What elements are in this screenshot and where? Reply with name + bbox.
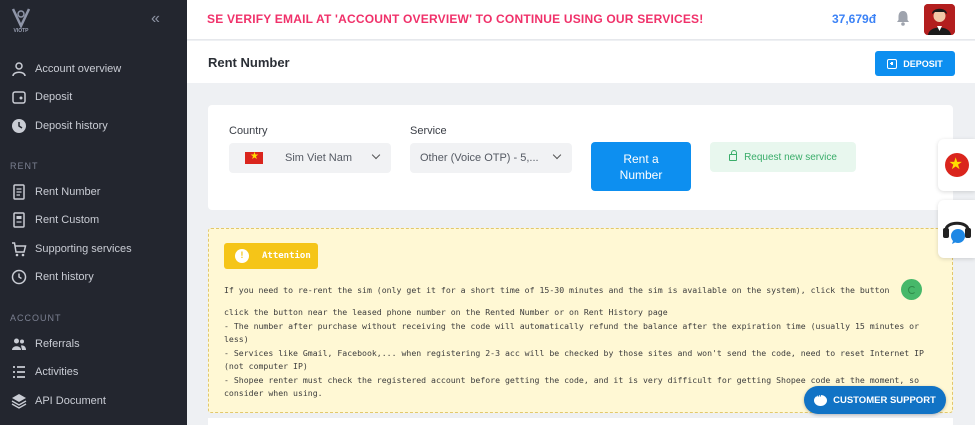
history-icon <box>10 268 28 286</box>
sidebar: VIOTP « Account overview Deposit Deposit… <box>0 0 187 425</box>
sidebar-item-label: Supporting services <box>35 243 132 255</box>
attention-line: click the button near the leased phone n… <box>224 307 668 317</box>
logo[interactable]: VIOTP <box>8 7 34 37</box>
sidebar-item-rent-number[interactable]: Rent Number <box>10 181 100 203</box>
country-select[interactable]: Sim Viet Nam <box>229 143 391 173</box>
sidebar-item-label: Deposit <box>35 91 73 103</box>
request-new-service-label: Request new service <box>744 151 837 163</box>
bell-icon[interactable] <box>896 10 910 31</box>
sidebar-item-account-overview[interactable]: Account overview <box>10 58 121 80</box>
logo-icon <box>11 8 31 29</box>
sidebar-item-label: API Document <box>35 395 106 407</box>
logo-text: VIOTP <box>13 28 29 34</box>
sidebar-item-label: Referrals <box>35 338 80 350</box>
sidebar-item-label: Deposit history <box>35 120 108 132</box>
wallet-icon <box>10 88 28 106</box>
avatar[interactable] <box>924 4 955 35</box>
attention-line: - Services like Gmail, Facebook,... when… <box>224 348 924 358</box>
document-icon <box>10 183 28 201</box>
topbar: SE VERIFY EMAIL AT 'ACCOUNT OVERVIEW' TO… <box>187 0 975 40</box>
lock-icon <box>729 149 738 161</box>
sidebar-item-api-document[interactable]: API Document <box>10 390 106 412</box>
section-label-account: ACCOUNT <box>10 313 62 323</box>
user-icon <box>10 60 28 78</box>
sidebar-item-deposit-history[interactable]: Deposit history <box>10 115 108 137</box>
clock-icon <box>10 117 28 135</box>
chat-bubble-icon <box>814 391 828 406</box>
attention-line: - Shopee renter must check the registere… <box>224 375 920 385</box>
content-card-edge <box>208 418 953 425</box>
request-new-service-button[interactable]: Request new service <box>710 142 856 172</box>
deposit-button[interactable]: DEPOSIT <box>875 51 955 76</box>
exclamation-icon: ! <box>235 249 249 263</box>
refresh-icon[interactable] <box>901 279 922 300</box>
page-title: Rent Number <box>208 55 290 70</box>
sidebar-item-deposit[interactable]: Deposit <box>10 86 72 108</box>
collapse-sidebar-icon[interactable]: « <box>151 10 160 28</box>
language-switcher[interactable] <box>938 139 975 191</box>
attention-line: - The number after purchase without rece… <box>224 321 920 331</box>
list-icon <box>10 363 28 381</box>
account-balance: 37,679đ <box>832 12 877 26</box>
users-icon <box>10 335 28 353</box>
chevron-down-icon <box>552 150 562 160</box>
service-select-value: Other (Voice OTP) - 5,... <box>420 152 539 164</box>
attention-line: consider when using. <box>224 388 323 398</box>
attention-line: (not computer IP) <box>224 361 308 371</box>
deposit-button-label: DEPOSIT <box>903 58 943 69</box>
attention-line: If you need to re-rent the sim (only get… <box>224 285 890 295</box>
sidebar-item-referrals[interactable]: Referrals <box>10 333 80 355</box>
verify-email-marquee: SE VERIFY EMAIL AT 'ACCOUNT OVERVIEW' TO… <box>207 12 704 26</box>
sidebar-item-activities[interactable]: Activities <box>10 361 78 383</box>
sidebar-item-label: Rent history <box>35 271 94 283</box>
page-header: Rent Number DEPOSIT <box>187 41 975 83</box>
section-label-rent: RENT <box>10 161 39 171</box>
sidebar-item-label: Rent Custom <box>35 214 100 226</box>
sidebar-item-label: Account overview <box>35 63 122 75</box>
customer-support-label: CUSTOMER SUPPORT <box>833 394 936 406</box>
vietnam-flag-icon <box>245 151 263 164</box>
attention-badge: ! Attention <box>224 243 318 269</box>
rent-number-button[interactable]: Rent a Number <box>591 142 691 191</box>
plus-square-icon <box>887 58 898 69</box>
chevron-down-icon <box>371 150 381 160</box>
sidebar-item-supporting-services[interactable]: Supporting services <box>10 238 132 260</box>
sidebar-item-rent-custom[interactable]: Rent Custom <box>10 209 99 231</box>
attention-badge-label: Attention <box>262 251 311 261</box>
service-select[interactable]: Other (Voice OTP) - 5,... <box>410 143 572 173</box>
layers-icon <box>10 392 28 410</box>
rent-form-card: Country Sim Viet Nam Service Other (Voic… <box>208 105 953 210</box>
sidebar-item-label: Activities <box>35 366 79 378</box>
vietnam-flag-icon <box>944 153 969 177</box>
service-label: Service <box>410 125 447 137</box>
cart-icon <box>10 240 28 258</box>
support-chat-widget[interactable] <box>938 200 975 258</box>
customer-support-button[interactable]: CUSTOMER SUPPORT <box>804 386 946 414</box>
attention-line: less) <box>224 334 249 344</box>
country-label: Country <box>229 125 268 137</box>
headset-icon <box>942 221 971 244</box>
sidebar-item-rent-history[interactable]: Rent history <box>10 266 94 288</box>
user-avatar-icon <box>924 4 955 35</box>
country-select-value: Sim Viet Nam <box>285 152 353 164</box>
sidebar-item-label: Rent Number <box>35 186 101 198</box>
document-list-icon <box>10 211 28 229</box>
